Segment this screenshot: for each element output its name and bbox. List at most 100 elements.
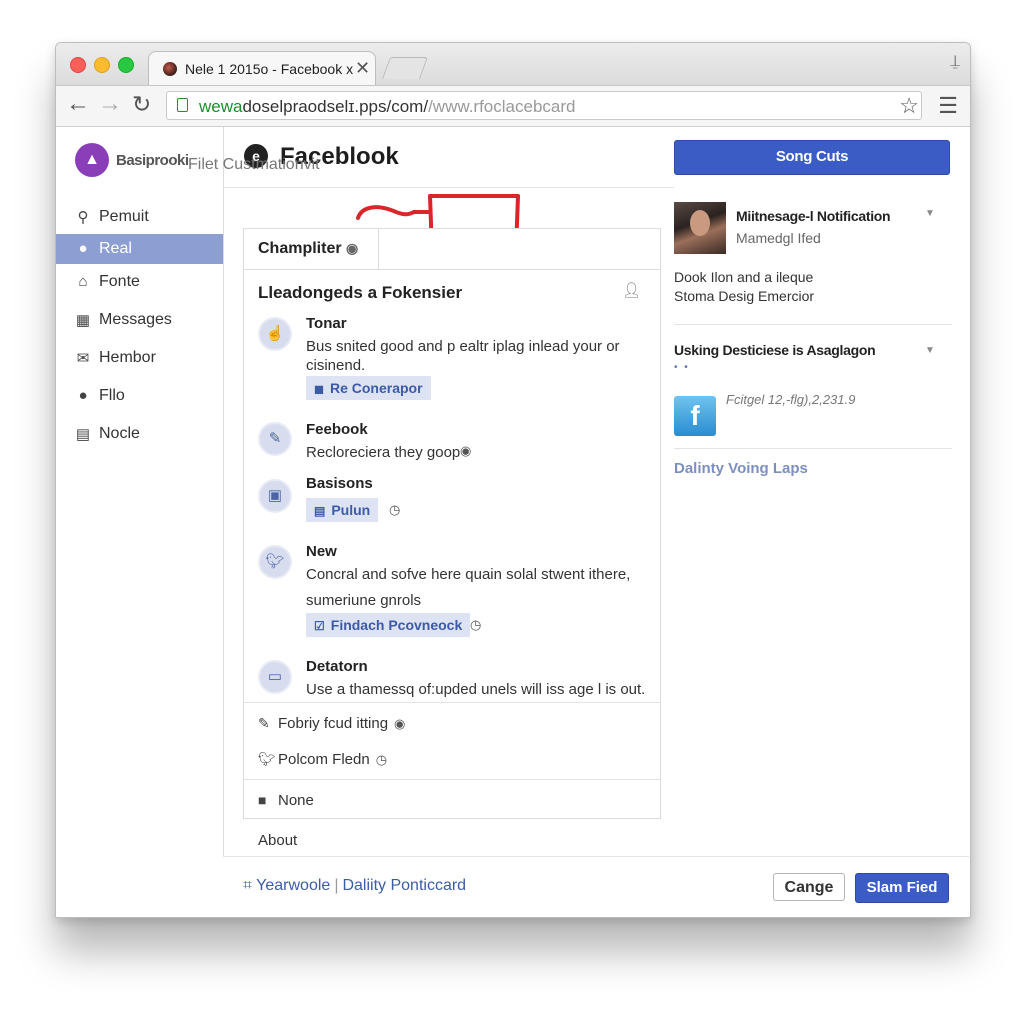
list-icon: ▤: [314, 504, 326, 518]
search-icon: ⚲: [77, 209, 89, 226]
hand-icon: ☝: [258, 317, 292, 351]
new-tab-button[interactable]: [381, 57, 429, 79]
profile-icon[interactable]: ⍊: [950, 53, 960, 71]
notification-title: Miitnesage-l Notification: [736, 208, 891, 224]
browser-toolbar: ← → ↻ wewadoselpraodselɪ.pps/com//www.rf…: [56, 86, 970, 127]
sidebar-item-label: Messages: [99, 311, 172, 328]
sidebar-item-label: Hembor: [99, 349, 156, 366]
mail-icon: ✉: [76, 350, 90, 367]
findach-pcovneock-button[interactable]: ☑ Findach Pcovneock: [306, 613, 471, 637]
reload-icon[interactable]: ↻: [132, 92, 151, 116]
chevron-down-icon[interactable]: ▼: [925, 208, 935, 219]
pulun-button[interactable]: ▤ Pulun: [306, 498, 379, 522]
song-cuts-button[interactable]: Song Cuts: [674, 140, 950, 175]
tab-title: Nele 1 2015o - Facebook x: [185, 61, 354, 77]
people-icon[interactable]: 👤︎: [622, 281, 641, 299]
bookmark-star-icon[interactable]: ☆: [899, 93, 919, 119]
footer-link-icon: ⌗: [243, 877, 257, 894]
feed-item-text: Bus snited good and p ealtr iplag inlead…: [306, 338, 620, 374]
sidebar-item-messages[interactable]: ▦ Messages: [56, 305, 223, 335]
footer-row-none[interactable]: ■ None: [258, 792, 314, 809]
feed-item-title: Detatorn: [306, 658, 368, 675]
chevron-down-icon[interactable]: ▼: [925, 345, 935, 356]
footer-links: ⌗ Yearwoole | Daliity Ponticcard: [243, 877, 466, 895]
footer-separator: |: [334, 877, 339, 894]
feed-item-text-2: sumeriune gnrols: [306, 592, 422, 609]
notification-body: Dook Ilon and a ileque Stoma Desig Emerc…: [674, 268, 814, 306]
right-column: Miitnesage-l Notification Mamedgl Ifed ▼…: [674, 186, 970, 856]
re-conerapor-button[interactable]: ◼ Re Conerapor: [306, 376, 431, 400]
sidebar-item-fllo[interactable]: ● Fllo: [56, 381, 223, 411]
bookmark-icon: ◼: [314, 382, 324, 396]
image-icon: ▣: [258, 479, 292, 513]
square-icon: ■: [258, 792, 267, 808]
close-window-button[interactable]: [70, 57, 86, 73]
footer-link-yearwoole[interactable]: Yearwoole: [256, 877, 330, 894]
title-bar: Nele 1 2015o - Facebook x ✕ ⍊: [56, 43, 970, 86]
sidebar-item-real[interactable]: ● Real: [56, 234, 223, 264]
sidebar: ▲ Basiprooki ⚲ Pemuit ● Real ⌂ Fonte ▦ M…: [56, 127, 224, 917]
face-image: [690, 210, 710, 236]
feed-item-title: Tonar: [306, 315, 347, 332]
sidebar-item-fonte[interactable]: ⌂ Fonte: [56, 267, 223, 297]
feed-item-text: Recloreciera they goop: [306, 444, 461, 461]
sidebar-item-label: Pemuit: [99, 208, 149, 225]
location-icon: ●: [78, 240, 88, 257]
tab-champliter[interactable]: Champliter ◉: [244, 229, 379, 269]
feed-item-title: New: [306, 543, 337, 560]
section-title: Usking Desticiese is Asaglagon: [674, 342, 876, 358]
grid-icon: ▤: [75, 426, 91, 443]
address-bar[interactable]: wewadoselpraodselɪ.pps/com//www.rfoclace…: [166, 91, 922, 120]
sidebar-item-nocle[interactable]: ▤ Nocle: [56, 419, 223, 449]
facebook-app-icon[interactable]: f: [674, 396, 716, 436]
sidebar-item-label: Fllo: [99, 387, 125, 404]
brand-name: Basiprooki: [116, 152, 189, 169]
maximize-window-button[interactable]: [118, 57, 134, 73]
page-footer: ⌗ Yearwoole | Daliity Ponticcard Cange Sla…: [223, 856, 969, 917]
footer-link-daliity[interactable]: Daliity Ponticcard: [342, 877, 466, 894]
url-text[interactable]: wewadoselpraodselɪ.pps/com//www.rfoclace…: [199, 97, 575, 117]
camera-icon: ⌂: [78, 273, 88, 290]
cancel-button[interactable]: Cange: [773, 873, 845, 901]
tab-label: Champliter: [258, 240, 342, 257]
dots-indicator: • •: [674, 362, 690, 373]
footer-row-label: Fobriy fcud itting: [278, 715, 389, 732]
calendar-icon: ▭: [258, 660, 292, 694]
app-info-text: Fcitgel 12,-flg),2,231.9: [726, 392, 856, 407]
tab-close-icon[interactable]: ✕: [355, 58, 370, 79]
footer-row-label: Polcom Fledn: [278, 751, 370, 768]
back-arrow-icon[interactable]: ←: [66, 92, 90, 116]
brand-logo-icon[interactable]: ▲: [75, 143, 109, 177]
forward-arrow-icon[interactable]: →: [98, 92, 122, 116]
info-circle-icon[interactable]: ◉: [460, 443, 471, 459]
chat-icon: ✎: [258, 422, 292, 456]
minimize-window-button[interactable]: [94, 57, 110, 73]
twitter-icon: 🐦︎: [258, 751, 276, 767]
chip-label: Re Conerapor: [329, 380, 423, 396]
chip-label: Findach Pcovneock: [330, 617, 463, 633]
url-main: doselpraodselɪ.pps/com/: [242, 97, 429, 116]
sidebar-item-pemuit[interactable]: ⚲ Pemuit: [56, 202, 223, 232]
url-suffix: /www.rfoclacebcard: [428, 97, 576, 116]
slam-fied-button[interactable]: Slam Fied: [855, 873, 949, 903]
clock-icon[interactable]: ◷: [470, 617, 481, 633]
notification-avatar[interactable]: [674, 202, 726, 254]
panel-heading: Lleadongeds a Fokensier: [258, 283, 463, 302]
sidebar-item-hembor[interactable]: ✉ Hembor: [56, 343, 223, 373]
browser-tab[interactable]: Nele 1 2015o - Facebook x ✕: [148, 51, 376, 85]
divider: [674, 448, 952, 449]
dalinty-link[interactable]: Dalinty Voing Laps: [674, 460, 808, 477]
footer-row-label: None: [278, 792, 314, 809]
sidebar-item-label: Fonte: [99, 273, 140, 290]
hamburger-menu-icon[interactable]: ☰: [938, 95, 958, 117]
feed-item-text: Use a thamessq of:upded unels will iss a…: [306, 681, 646, 698]
page-icon: [177, 98, 188, 112]
about-link[interactable]: About: [258, 832, 297, 849]
footer-row-fobriy[interactable]: ✎ Fobriy fcud itting ◉: [258, 715, 405, 732]
panel-footer-divider: [244, 779, 660, 780]
clock-icon[interactable]: ◷: [389, 502, 400, 518]
footer-row-polcom[interactable]: 🐦︎ Polcom Fledn ◷: [258, 751, 387, 768]
feed-panel: Champliter ◉ Lleadongeds a Fokensier 👤︎ …: [243, 228, 661, 819]
divider: [674, 324, 952, 325]
clock-icon: ◷: [375, 752, 388, 767]
